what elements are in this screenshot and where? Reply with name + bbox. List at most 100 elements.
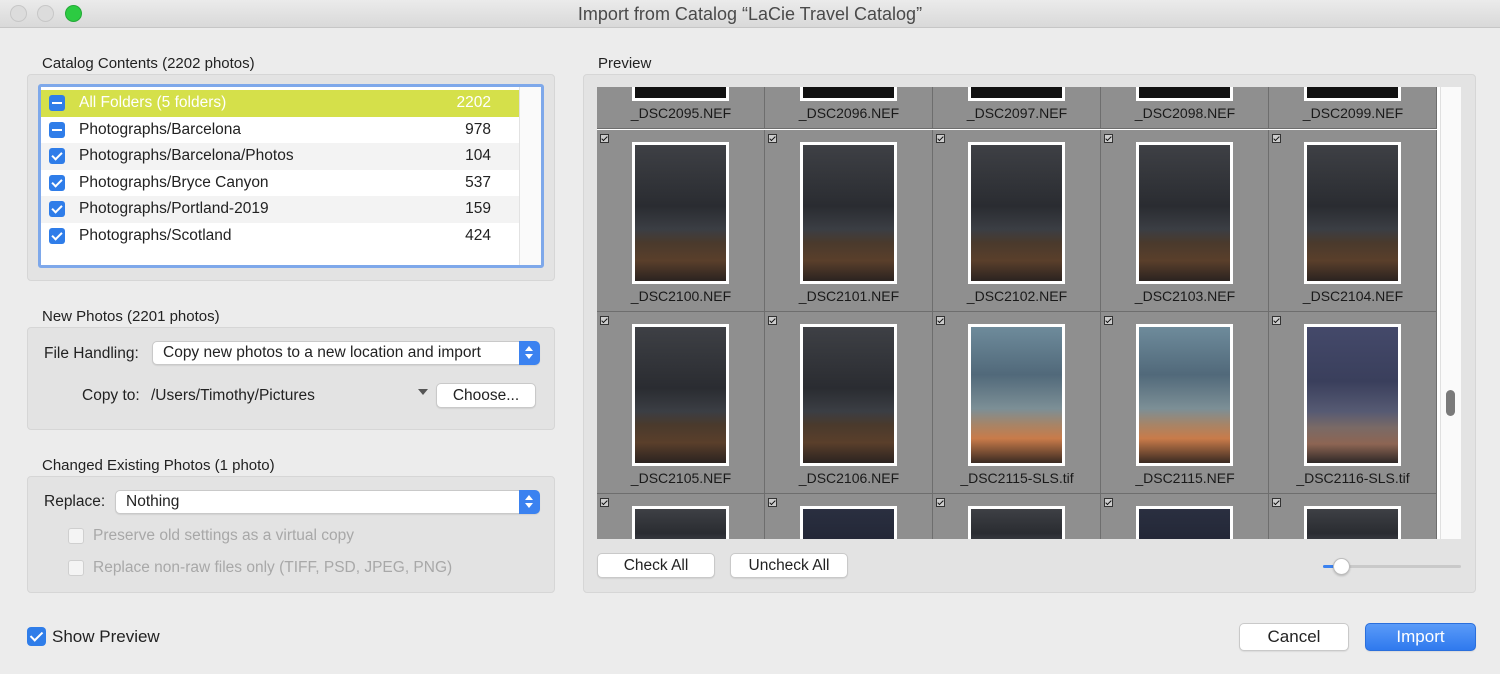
thumbnail-cell[interactable]: _DSC2115-SLS.tif [933, 312, 1101, 494]
folder-row[interactable]: Photographs/Scotland 424 [41, 223, 519, 250]
photo-thumbnail [803, 145, 894, 281]
folder-name: Photographs/Portland-2019 [79, 200, 269, 218]
thumbnail-filename: _DSC2104.NEF [1302, 288, 1404, 304]
thumbnail-filename: _DSC2099.NEF [1302, 105, 1404, 121]
thumbnail-cell[interactable]: _DSC2115.NEF [1101, 312, 1269, 494]
thumbnail-cell[interactable] [1269, 494, 1437, 539]
choose-button[interactable]: Choose... [436, 383, 536, 408]
checked-checkbox-icon[interactable] [49, 174, 65, 191]
check-all-button[interactable]: Check All [597, 553, 715, 578]
uncheck-all-button[interactable]: Uncheck All [730, 553, 848, 578]
copy-to-dropdown-icon[interactable] [418, 389, 428, 395]
replace-label: Replace: [44, 493, 106, 510]
include-checkbox[interactable] [600, 134, 609, 143]
photo-thumbnail [1139, 327, 1230, 463]
thumbnail-cell[interactable] [1101, 494, 1269, 539]
thumbnail-cell[interactable]: _DSC2098.NEF [1101, 87, 1269, 129]
include-checkbox[interactable] [1104, 498, 1113, 507]
folder-count: 104 [465, 147, 491, 165]
folder-name: Photographs/Bryce Canyon [79, 173, 269, 191]
checked-checkbox-icon[interactable] [49, 228, 65, 244]
thumbnail-cell[interactable]: _DSC2106.NEF [765, 312, 933, 494]
include-checkbox[interactable] [936, 134, 945, 143]
include-checkbox[interactable] [768, 498, 777, 507]
include-checkbox[interactable] [936, 498, 945, 507]
show-preview-checkbox[interactable] [27, 627, 46, 646]
thumbnail-cell[interactable]: _DSC2100.NEF [597, 130, 765, 312]
thumbnail-cell[interactable] [765, 494, 933, 539]
thumbnail-cell[interactable]: _DSC2116-SLS.tif [1269, 312, 1437, 494]
include-checkbox[interactable] [600, 316, 609, 325]
include-checkbox[interactable] [1272, 498, 1281, 507]
include-checkbox[interactable] [1104, 316, 1113, 325]
thumbnail-size-knob[interactable] [1333, 558, 1350, 575]
photo-thumbnail [971, 145, 1062, 281]
catalog-folder-list[interactable]: All Folders (5 folders) 2202 Photographs/B… [38, 84, 544, 268]
thumbnail-cell[interactable]: _DSC2096.NEF [765, 87, 933, 129]
thumbnail-frame [800, 142, 897, 284]
checked-checkbox-icon[interactable] [49, 201, 65, 218]
import-button[interactable]: Import [1365, 623, 1476, 651]
photo-thumbnail [971, 509, 1062, 539]
thumbnail-cell[interactable] [933, 494, 1101, 539]
thumbnail-frame [1136, 506, 1233, 539]
folder-row[interactable]: Photographs/Portland-2019 159 [41, 196, 519, 223]
thumbnail-frame [1136, 324, 1233, 466]
thumbnail-cell[interactable]: _DSC2101.NEF [765, 130, 933, 312]
folder-name: Photographs/Scotland [79, 227, 232, 244]
folder-row[interactable]: Photographs/Barcelona 978 [41, 117, 519, 144]
thumbnail-filename: _DSC2101.NEF [798, 288, 900, 304]
thumbnail-frame [968, 324, 1065, 466]
file-handling-popup[interactable]: Copy new photos to a new location and im… [152, 341, 540, 365]
thumbnail-cell[interactable]: _DSC2097.NEF [933, 87, 1101, 129]
thumbnail-cell[interactable]: _DSC2103.NEF [1101, 130, 1269, 312]
thumbnail-filename: _DSC2098.NEF [1134, 105, 1236, 121]
popup-stepper-icon [519, 490, 540, 514]
include-checkbox[interactable] [1104, 134, 1113, 143]
replace-non-raw-option[interactable]: Replace non-raw files only (TIFF, PSD, J… [68, 559, 488, 579]
photo-thumbnail [635, 509, 726, 539]
changed-photos-label: Changed Existing Photos (1 photo) [42, 457, 275, 474]
thumbnail-filename: _DSC2100.NEF [630, 288, 732, 304]
thumbnail-frame [1304, 142, 1401, 284]
preview-scrollbar[interactable] [1440, 87, 1461, 539]
folder-row[interactable]: Photographs/Bryce Canyon 537 [41, 170, 519, 197]
thumbnail-cell[interactable]: _DSC2099.NEF [1269, 87, 1437, 129]
thumbnail-cell[interactable]: _DSC2105.NEF [597, 312, 765, 494]
folder-list-scrollbar[interactable] [519, 87, 541, 265]
mixed-checkbox-icon[interactable] [49, 121, 65, 138]
include-checkbox[interactable] [1272, 316, 1281, 325]
photo-thumbnail [1307, 327, 1398, 463]
show-preview-label[interactable]: Show Preview [52, 627, 160, 647]
folder-row[interactable]: All Folders (5 folders) 2202 [41, 90, 519, 117]
thumbnail-frame [1136, 142, 1233, 284]
thumbnail-cell[interactable]: _DSC2102.NEF [933, 130, 1101, 312]
folder-name: All Folders (5 folders) [79, 94, 227, 111]
mixed-checkbox-icon[interactable] [49, 95, 65, 111]
thumbnail-frame [1136, 87, 1233, 101]
cancel-button[interactable]: Cancel [1239, 623, 1349, 651]
photo-thumbnail [1307, 87, 1398, 98]
preserve-virtual-copy-option[interactable]: Preserve old settings as a virtual copy [68, 527, 468, 547]
folder-count: 978 [465, 120, 491, 138]
include-checkbox[interactable] [1272, 134, 1281, 143]
preview-scroll-thumb[interactable] [1446, 390, 1455, 416]
thumbnail-filename: _DSC2106.NEF [798, 470, 900, 486]
photo-thumbnail [971, 87, 1062, 98]
include-checkbox[interactable] [600, 498, 609, 507]
include-checkbox[interactable] [768, 134, 777, 143]
preview-grid[interactable]: _DSC2095.NEF _DSC2096.NEF _DSC2097.NEF _DSC… [597, 87, 1461, 539]
thumbnail-cell[interactable]: _DSC2095.NEF [597, 87, 765, 129]
photo-thumbnail [635, 327, 726, 463]
checkbox-disabled [68, 528, 84, 544]
folder-row[interactable]: Photographs/Barcelona/Photos 104 [41, 143, 519, 170]
thumbnail-filename: _DSC2096.NEF [798, 105, 900, 121]
folder-count: 2202 [456, 94, 491, 111]
thumbnail-cell[interactable] [597, 494, 765, 539]
replace-popup[interactable]: Nothing [115, 490, 540, 514]
thumbnail-cell[interactable]: _DSC2104.NEF [1269, 130, 1437, 312]
checked-checkbox-icon[interactable] [49, 148, 65, 165]
copy-to-label: Copy to: [82, 387, 140, 404]
include-checkbox[interactable] [936, 316, 945, 325]
include-checkbox[interactable] [768, 316, 777, 325]
